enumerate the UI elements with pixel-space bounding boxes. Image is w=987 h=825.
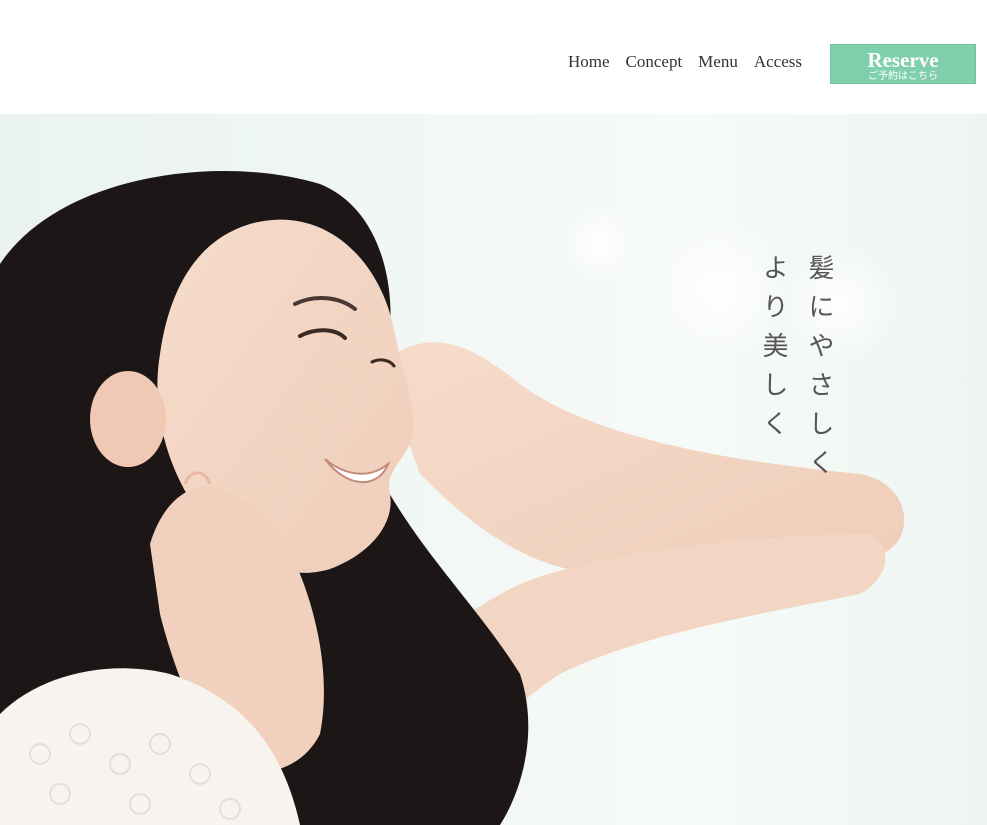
nav-menu-link[interactable]: Menu: [698, 52, 738, 72]
main-nav: Home Concept Menu Access: [568, 52, 802, 72]
site-header: Home Concept Menu Access Reserve ご予約はこちら: [0, 0, 987, 114]
nav-access-link[interactable]: Access: [754, 52, 802, 72]
tagline-line-1: 髪にやさしく: [804, 254, 834, 488]
hero-photo: [0, 170, 905, 825]
nav-concept-link[interactable]: Concept: [626, 52, 683, 72]
tagline-line-2: より美しく: [758, 254, 788, 449]
reserve-label: Reserve: [867, 48, 939, 72]
reserve-sub-label: ご予約はこちら: [868, 71, 938, 82]
nav-home-link[interactable]: Home: [568, 52, 610, 72]
hero-tagline: 髪にやさしく より美しく: [758, 254, 834, 488]
hero-section: 髪にやさしく より美しく: [0, 114, 987, 825]
reserve-button[interactable]: Reserve ご予約はこちら: [830, 44, 976, 84]
